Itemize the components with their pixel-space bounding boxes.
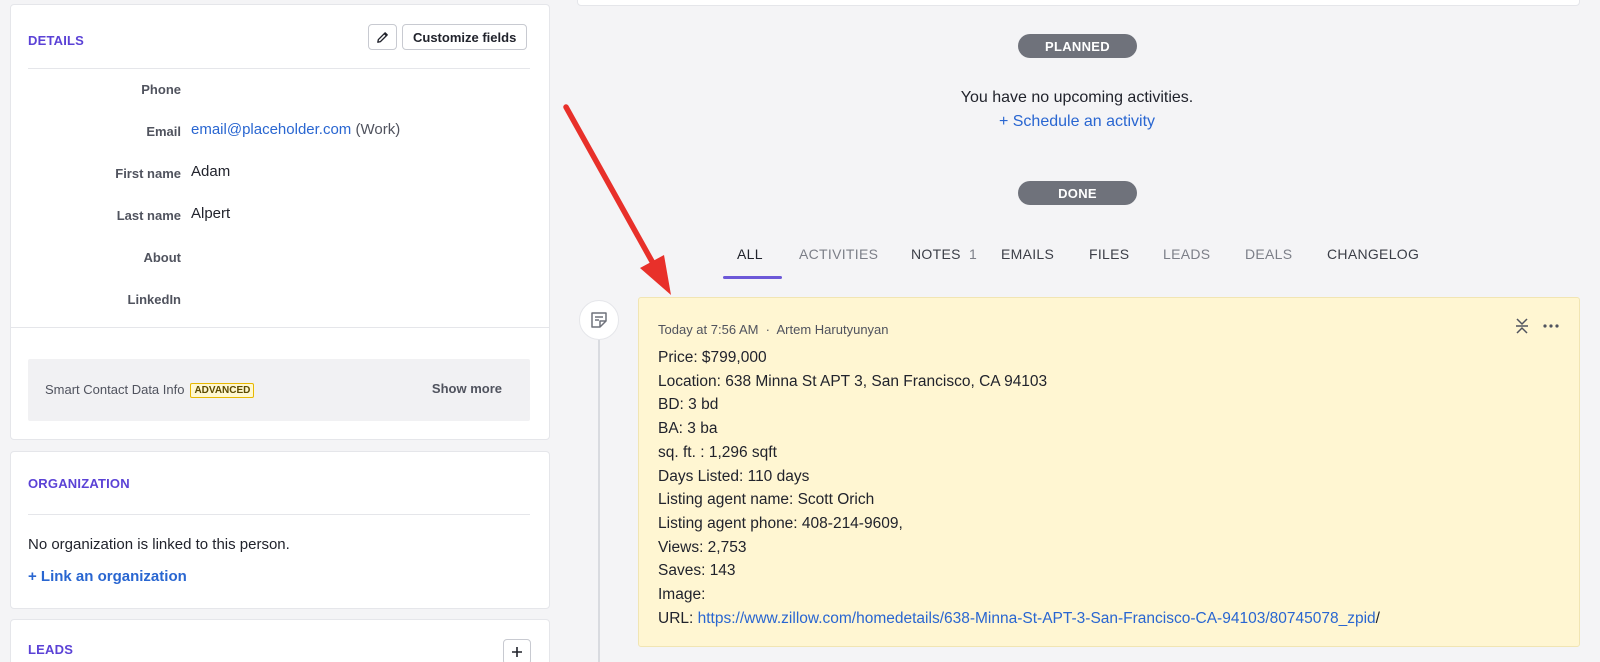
active-tab-indicator (723, 276, 782, 279)
schedule-activity-link[interactable]: + Schedule an activity (877, 113, 1277, 131)
smart-contact-label: Smart Contact Data Info ADVANCED (45, 382, 255, 398)
note-line: Listing agent name: Scott Orich (658, 491, 875, 509)
phone-label: Phone (141, 82, 181, 97)
note-line: BD: 3 bd (658, 396, 719, 414)
leads-card: LEADS (10, 619, 550, 662)
tab-activities[interactable]: ACTIVITIES (799, 246, 878, 262)
first-name-value[interactable]: Adam (191, 163, 230, 180)
tab-leads[interactable]: LEADS (1163, 246, 1210, 262)
organization-card: ORGANIZATION No organization is linked t… (10, 451, 550, 609)
details-card: DETAILS Customize fields Phone Email ema… (10, 4, 550, 440)
note-line: BA: 3 ba (658, 420, 718, 438)
no-activities-text: You have no upcoming activities. (960, 89, 1194, 106)
note-line: Location: 638 Minna St APT 3, San Franci… (658, 372, 1048, 390)
url-suffix: / (1375, 609, 1380, 627)
pencil-icon (377, 31, 388, 43)
note-icon (591, 312, 607, 328)
linkedin-label: LinkedIn (127, 292, 181, 307)
note-actions (1515, 318, 1559, 334)
divider (11, 327, 549, 328)
last-name-label: Last name (116, 208, 181, 223)
plus-icon (512, 647, 522, 657)
collapse-icon[interactable] (1515, 318, 1529, 334)
last-name-value[interactable]: Alpert (191, 205, 230, 222)
note-line: Views: 2,753 (658, 538, 747, 556)
about-label: About (143, 250, 181, 265)
tab-notes-label: NOTES (911, 246, 961, 262)
email-field[interactable]: email@placeholder.com (Work) (191, 121, 400, 138)
more-options-icon[interactable] (1543, 324, 1559, 328)
tab-changelog[interactable]: CHANGELOG (1327, 246, 1419, 262)
smart-contact-text: Smart Contact Data Info (45, 382, 185, 397)
email-link[interactable]: email@placeholder.com (191, 121, 351, 138)
note-line: Listing agent phone: 408-214-9609, (658, 514, 903, 532)
note-line: Saves: 143 (658, 562, 736, 580)
first-name-label: First name (115, 166, 181, 181)
tab-all[interactable]: ALL (737, 246, 763, 262)
divider (28, 514, 530, 515)
note-line: sq. ft. : 1,296 sqft (658, 443, 777, 461)
add-lead-button[interactable] (503, 639, 531, 662)
organization-title: ORGANIZATION (28, 476, 130, 491)
red-arrow-annotation (563, 104, 671, 295)
show-more-button[interactable]: Show more (432, 381, 502, 396)
note-url-line: URL: https://www.zillow.com/homedetails/… (658, 607, 1380, 631)
note-body: Price: $799,000 Location: 638 Minna St A… (658, 346, 1380, 630)
planned-badge: PLANNED (1018, 34, 1137, 58)
note-line: Image: (658, 586, 706, 604)
customize-fields-button[interactable]: Customize fields (402, 24, 528, 50)
note-meta: Today at 7:56 AM · Artem Harutyunyan (658, 322, 889, 337)
tab-notes[interactable]: NOTES 1 (911, 246, 977, 262)
note-card[interactable]: Today at 7:56 AM · Artem Harutyunyan Pri… (638, 297, 1580, 647)
leads-title: LEADS (28, 642, 74, 657)
email-label: Email (146, 124, 181, 139)
timeline-line (598, 334, 600, 662)
tab-files[interactable]: FILES (1089, 246, 1129, 262)
link-organization-link[interactable]: + Link an organization (28, 568, 187, 585)
advanced-badge: ADVANCED (190, 383, 255, 398)
done-badge: DONE (1018, 181, 1137, 205)
edit-fields-button[interactable] (368, 24, 397, 50)
tab-emails[interactable]: EMAILS (1001, 246, 1054, 262)
email-type: (Work) (355, 121, 401, 138)
note-line: Days Listed: 110 days (658, 467, 810, 485)
url-prefix: URL: (658, 609, 698, 627)
zillow-url-link[interactable]: https://www.zillow.com/homedetails/638-M… (698, 610, 1376, 627)
smart-contact-data-box: Smart Contact Data Info ADVANCED Show mor… (28, 359, 530, 421)
tab-deals[interactable]: DEALS (1245, 246, 1292, 262)
top-card-edge (577, 0, 1580, 6)
tab-notes-count: 1 (968, 246, 978, 262)
details-title: DETAILS (28, 33, 85, 48)
note-line: Price: $799,000 (658, 349, 767, 366)
note-timeline-marker (579, 300, 619, 340)
divider (28, 68, 530, 69)
no-organization-text: No organization is linked to this person… (28, 536, 290, 553)
